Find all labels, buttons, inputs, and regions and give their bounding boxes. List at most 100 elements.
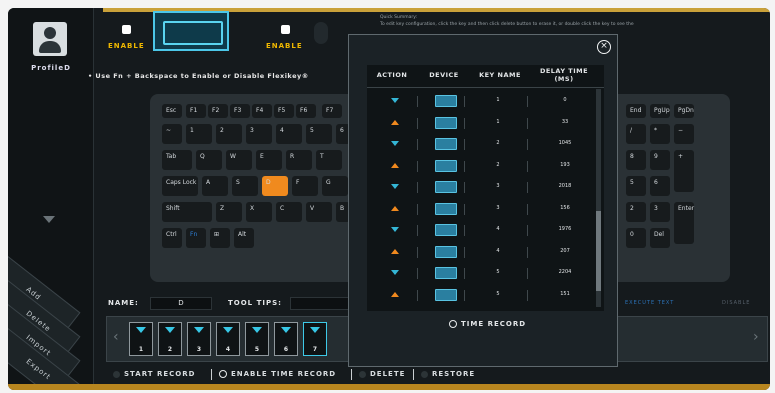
key-f[interactable]: F [292, 176, 318, 196]
restore-label: RESTORE [432, 370, 476, 378]
key-num-del[interactable]: Del [650, 228, 670, 248]
key-fn[interactable]: Fn [186, 228, 206, 248]
key-c[interactable]: C [276, 202, 302, 222]
cell-divider [527, 268, 528, 279]
disable-option[interactable]: DISABLE [722, 300, 750, 306]
key-num-0[interactable]: 0 [626, 228, 646, 248]
restore-button[interactable]: RESTORE [421, 370, 475, 378]
key-num-5[interactable]: 5 [626, 176, 646, 196]
macro-key-5[interactable]: 5 [245, 322, 269, 356]
key-num-plus[interactable]: + [674, 150, 694, 192]
cell-divider [417, 96, 418, 107]
name-field[interactable]: D [150, 297, 212, 310]
key-f1[interactable]: F1 [186, 104, 206, 118]
key-t[interactable]: T [316, 150, 342, 170]
key-q[interactable]: Q [196, 150, 222, 170]
table-row[interactable]: 5 2204 [367, 263, 593, 284]
time-record-button[interactable]: TIME RECORD [449, 320, 526, 328]
quick-summary-text: To edit key configuration, click the key… [380, 22, 634, 27]
key-4[interactable]: 4 [276, 124, 302, 144]
key-x[interactable]: X [246, 202, 272, 222]
key-5[interactable]: 5 [306, 124, 332, 144]
table-row[interactable]: 3 2018 [367, 177, 593, 198]
key-num-star[interactable]: * [650, 124, 670, 144]
key-g[interactable]: G [322, 176, 348, 196]
key-d-selected[interactable]: D [262, 176, 288, 196]
key-e[interactable]: E [256, 150, 282, 170]
table-row[interactable]: 1 33 [367, 113, 593, 134]
key-num-slash[interactable]: / [626, 124, 646, 144]
close-icon[interactable]: × [597, 40, 611, 54]
key-ctrl[interactable]: Ctrl [162, 228, 182, 248]
key-w[interactable]: W [226, 150, 252, 170]
strip-right-arrow-icon[interactable]: › [753, 329, 759, 345]
table-scrollbar-thumb[interactable] [596, 211, 601, 291]
key-tab[interactable]: Tab [162, 150, 192, 170]
key-num-2[interactable]: 2 [626, 202, 646, 222]
macro-key-6[interactable]: 6 [274, 322, 298, 356]
key-v[interactable]: V [306, 202, 332, 222]
key-name-cell: 5 [496, 290, 500, 297]
key-z[interactable]: Z [216, 202, 242, 222]
strip-left-arrow-icon[interactable]: ‹ [113, 329, 119, 345]
key-a[interactable]: A [202, 176, 228, 196]
key-f6[interactable]: F6 [296, 104, 316, 118]
table-row[interactable]: 3 156 [367, 199, 593, 220]
keyboard-device-icon [435, 95, 457, 107]
macro-key-7[interactable]: 7 [303, 322, 327, 356]
macro-key-4[interactable]: 4 [216, 322, 240, 356]
key-tilde[interactable]: ~ [162, 124, 182, 144]
key-1[interactable]: 1 [186, 124, 212, 144]
cell-divider [527, 117, 528, 129]
delay-time-cell: 2204 [558, 269, 572, 275]
macro-key-2[interactable]: 2 [158, 322, 182, 356]
bottom-accent [8, 384, 770, 390]
key-num-8[interactable]: 8 [626, 150, 646, 170]
key-caps-lock[interactable]: Caps Lock [162, 176, 198, 196]
cell-divider [417, 225, 418, 236]
key-shift[interactable]: Shift [162, 202, 212, 222]
cell-divider [417, 139, 418, 150]
table-row[interactable]: 10 [367, 91, 593, 112]
key-num-3[interactable]: 3 [650, 202, 670, 222]
table-row[interactable]: 4 207 [367, 242, 593, 263]
key-windows[interactable]: ⊞ [210, 228, 230, 248]
start-record-button[interactable]: START RECORD [113, 370, 195, 378]
tool-tips-field[interactable] [290, 297, 354, 310]
key-num-6[interactable]: 6 [650, 176, 670, 196]
key-f7[interactable]: F7 [322, 104, 342, 118]
key-pgdn[interactable]: PgDn [674, 104, 694, 118]
keyboard-device-icon[interactable] [153, 11, 229, 51]
scroll-down-icon[interactable] [43, 216, 55, 223]
key-f4[interactable]: F4 [252, 104, 272, 118]
key-f2[interactable]: F2 [208, 104, 228, 118]
key-num-9[interactable]: 9 [650, 150, 670, 170]
execute-text-option[interactable]: EXECUTE TEXT [625, 300, 674, 306]
key-3[interactable]: 3 [246, 124, 272, 144]
macro-key-1[interactable]: 1 [129, 322, 153, 356]
delete-button[interactable]: DELETE [359, 370, 405, 378]
mouse-device-icon[interactable] [314, 22, 328, 44]
key-num-enter[interactable]: Enter [674, 202, 694, 244]
table-row[interactable]: 2 1045 [367, 134, 593, 155]
table-row[interactable]: 2 193 [367, 156, 593, 177]
key-s[interactable]: S [232, 176, 258, 196]
macro-key-3[interactable]: 3 [187, 322, 211, 356]
key-pgup[interactable]: PgUp [650, 104, 670, 118]
table-row[interactable]: 4 1976 [367, 220, 593, 241]
key-f3[interactable]: F3 [230, 104, 250, 118]
right-enable-toggle[interactable] [281, 25, 290, 34]
delay-time-cell: 151 [560, 290, 570, 297]
key-alt[interactable]: Alt [234, 228, 254, 248]
profile-icon[interactable] [33, 22, 67, 56]
enable-time-record-button[interactable]: ENABLE TIME RECORD [219, 370, 336, 378]
key-num-minus[interactable]: − [674, 124, 694, 144]
key-2[interactable]: 2 [216, 124, 242, 144]
left-enable-toggle[interactable] [122, 25, 131, 34]
key-esc[interactable]: Esc [162, 104, 182, 118]
cell-divider [464, 289, 465, 301]
table-row[interactable]: 5 151 [367, 285, 593, 306]
key-r[interactable]: R [286, 150, 312, 170]
key-end[interactable]: End [626, 104, 646, 118]
key-f5[interactable]: F5 [274, 104, 294, 118]
